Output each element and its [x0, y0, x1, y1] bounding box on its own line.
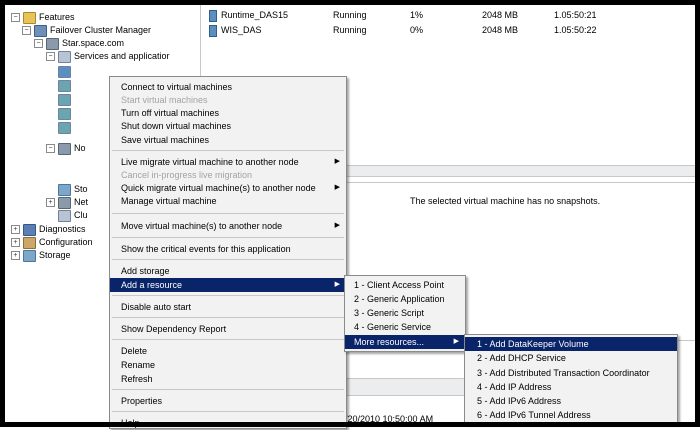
screenshot-frame — [0, 0, 700, 427]
